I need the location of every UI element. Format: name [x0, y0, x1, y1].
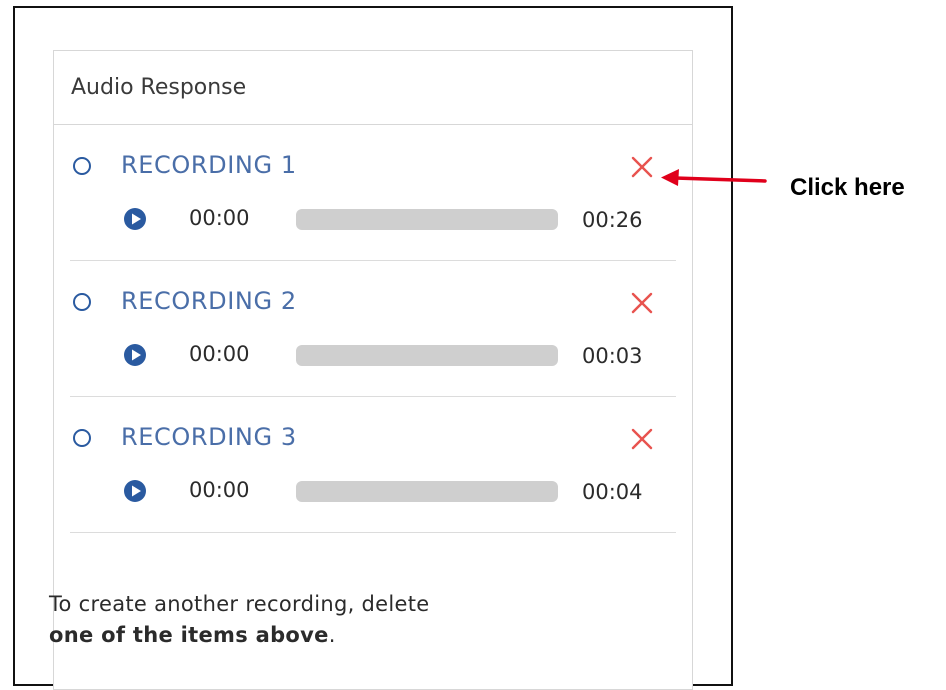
footer-period: . — [328, 623, 336, 647]
current-time: 00:00 — [189, 206, 250, 230]
radio-icon[interactable] — [73, 429, 91, 447]
recording-title[interactable]: RECORDING 1 — [121, 151, 297, 179]
play-icon[interactable] — [124, 208, 146, 230]
duration: 00:04 — [582, 480, 643, 504]
progress-track[interactable] — [296, 345, 558, 366]
current-time: 00:00 — [189, 342, 250, 366]
footer-emphasis: one of the items above — [49, 623, 329, 647]
progress-track[interactable] — [296, 209, 558, 230]
play-icon[interactable] — [124, 344, 146, 366]
callout-label: Click here — [790, 174, 905, 201]
play-icon[interactable] — [124, 480, 146, 502]
duration: 00:26 — [582, 208, 643, 232]
recording-item-3: RECORDING 3 00:00 00:04 — [70, 397, 676, 533]
radio-icon[interactable] — [73, 157, 91, 175]
recording-title[interactable]: RECORDING 2 — [121, 287, 297, 315]
close-icon[interactable] — [629, 154, 655, 180]
footer-text: To create another recording, delete — [49, 592, 430, 616]
recording-item-1: RECORDING 1 00:00 00:26 — [70, 125, 676, 261]
progress-track[interactable] — [296, 481, 558, 502]
panel-title: Audio Response — [54, 51, 692, 125]
close-icon[interactable] — [629, 290, 655, 316]
recording-item-2: RECORDING 2 00:00 00:03 — [70, 261, 676, 397]
radio-icon[interactable] — [73, 293, 91, 311]
recording-title[interactable]: RECORDING 3 — [121, 423, 297, 451]
footer-note: To create another recording, delete one … — [49, 589, 589, 651]
arrow-left-icon — [659, 167, 767, 189]
current-time: 00:00 — [189, 478, 250, 502]
duration: 00:03 — [582, 344, 643, 368]
close-icon[interactable] — [629, 426, 655, 452]
